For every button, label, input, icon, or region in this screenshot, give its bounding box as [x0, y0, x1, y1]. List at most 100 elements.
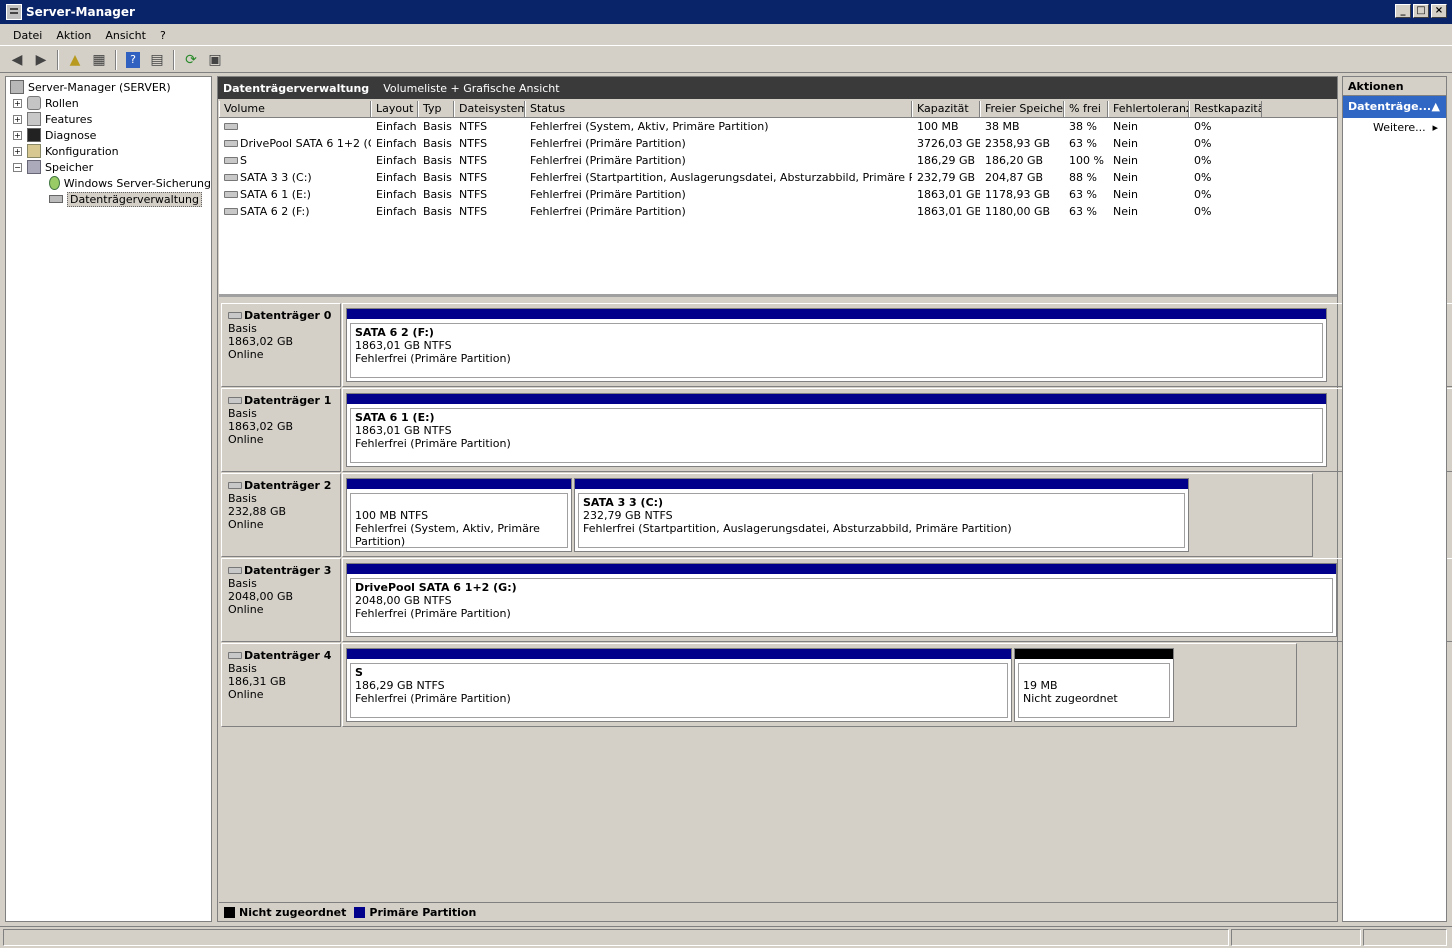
collapse-button[interactable]: − [13, 162, 22, 172]
server-icon [10, 80, 24, 94]
partition[interactable]: SATA 6 1 (E:) 1863,01 GB NTFS Fehlerfrei (… [346, 393, 1327, 467]
cell-filesystem: NTFS [454, 120, 525, 133]
close-button[interactable]: × [1431, 4, 1447, 18]
column-header-layout[interactable]: Layout [371, 101, 418, 117]
partition-body: 100 MB NTFS Fehlerfrei (System, Aktiv, Pr… [350, 493, 568, 548]
expand-button[interactable]: + [13, 114, 22, 124]
cell-text: 204,87 GB [985, 171, 1044, 184]
tree-node-datentraegerverwaltung[interactable]: Datenträgerverwaltung [6, 191, 211, 207]
cell-text: 1180,00 GB [985, 205, 1051, 218]
up-button[interactable]: ▲ [64, 49, 86, 71]
action-pane-button[interactable]: ▤ [146, 49, 168, 71]
partition[interactable]: SATA 6 2 (F:) 1863,01 GB NTFS Fehlerfrei (… [346, 308, 1327, 382]
cell-overhead: 0% [1189, 188, 1262, 201]
partition-status: Fehlerfrei (Primäre Partition) [355, 692, 511, 705]
column-header-free-space[interactable]: Freier Speicher [980, 101, 1064, 117]
disk-name: Datenträger 1 [244, 394, 332, 407]
properties-button[interactable]: ▣ [204, 49, 226, 71]
disk-name-row: Datenträger 1 [228, 394, 340, 407]
partition-size: 1863,01 GB NTFS [355, 339, 452, 352]
cell-text: 232,79 GB [917, 171, 976, 184]
cell-text: SATA 6 1 (E:) [240, 188, 311, 201]
tree-node-konfiguration[interactable]: + Konfiguration [6, 143, 211, 159]
disk-row: Datenträger 1 Basis 1863,02 GB Online SATA 6… [219, 388, 1452, 472]
volume-row[interactable]: SATA 6 1 (E:) Einfach Basis NTFS Fehlerfrei … [219, 186, 1337, 203]
volume-row[interactable]: S Einfach Basis NTFS Fehlerfrei (Primäre Par… [219, 152, 1337, 169]
cell-text: Basis [423, 171, 452, 184]
actions-header: Aktionen [1343, 77, 1446, 96]
disk-label[interactable]: Datenträger 4 Basis 186,31 GB Online [221, 643, 341, 727]
partition-status: Fehlerfrei (Primäre Partition) [355, 437, 511, 450]
partition[interactable]: 100 MB NTFS Fehlerfrei (System, Aktiv, Pr… [346, 478, 572, 552]
volume-row[interactable]: DrivePool SATA 6 1+2 (G:) Einfach Basis NTF… [219, 135, 1337, 152]
cell-text: NTFS [459, 171, 488, 184]
cell-filesystem: NTFS [454, 154, 525, 167]
maximize-button[interactable]: □ [1413, 4, 1429, 18]
menu-ansicht[interactable]: Ansicht [98, 29, 153, 42]
cell-free-space: 2358,93 GB [980, 137, 1064, 150]
status-bar [0, 926, 1452, 948]
column-header-capacity[interactable]: Kapazität [912, 101, 980, 117]
menu-datei[interactable]: Datei [6, 29, 49, 42]
tree-node-rollen[interactable]: + Rollen [6, 95, 211, 111]
column-header-filesystem[interactable]: Dateisystem [454, 101, 525, 117]
cell-text: Einfach [376, 205, 417, 218]
menu-help[interactable]: ? [153, 29, 173, 42]
disk-name: Datenträger 0 [244, 309, 332, 322]
cell-volume: SATA 6 2 (F:) [219, 205, 371, 218]
column-header-type[interactable]: Typ [418, 101, 454, 117]
actions-section-disk-management[interactable]: Datenträge... ▲ [1343, 96, 1446, 118]
volume-row[interactable]: SATA 6 2 (F:) Einfach Basis NTFS Fehlerfrei … [219, 203, 1337, 220]
column-header-overhead[interactable]: Restkapazität [1189, 101, 1262, 117]
column-header-percent-free[interactable]: % frei [1064, 101, 1108, 117]
partition[interactable]: DrivePool SATA 6 1+2 (G:) 2048,00 GB NTFS… [346, 563, 1337, 637]
column-header-fault-tolerance[interactable]: Fehlertoleranz [1108, 101, 1189, 117]
tree-node-speicher[interactable]: − Speicher [6, 159, 211, 175]
back-button[interactable]: ◀ [6, 49, 28, 71]
cell-capacity: 3726,03 GB [912, 137, 980, 150]
partition-body: 19 MB Nicht zugeordnet [1018, 663, 1170, 718]
volume-icon [224, 174, 238, 181]
refresh-button[interactable]: ⟳ [180, 49, 202, 71]
expand-button[interactable]: + [13, 146, 22, 156]
disk-label[interactable]: Datenträger 1 Basis 1863,02 GB Online [221, 388, 341, 472]
cell-overhead: 0% [1189, 171, 1262, 184]
disk-label[interactable]: Datenträger 2 Basis 232,88 GB Online [221, 473, 341, 557]
tree-node-diagnose[interactable]: + Diagnose [6, 127, 211, 143]
forward-button[interactable]: ▶ [30, 49, 52, 71]
disk-label[interactable]: Datenträger 3 Basis 2048,00 GB Online [221, 558, 341, 642]
column-header-volume[interactable]: Volume [219, 101, 371, 117]
action-more[interactable]: Weitere... ▸ [1343, 118, 1446, 138]
expand-button[interactable]: + [13, 130, 22, 140]
cell-filesystem: NTFS [454, 188, 525, 201]
cell-status: Fehlerfrei (Startpartition, Auslagerungs… [525, 171, 912, 184]
partition-size: 1863,01 GB NTFS [355, 424, 452, 437]
partition[interactable]: SATA 3 3 (C:) 232,79 GB NTFS Fehlerfrei (S… [574, 478, 1189, 552]
tree-node-server-manager[interactable]: Server-Manager (SERVER) [6, 79, 211, 95]
tree-label: Windows Server-Sicherung [63, 176, 211, 190]
minimize-button[interactable]: _ [1395, 4, 1411, 18]
volume-row[interactable]: SATA 3 3 (C:) Einfach Basis NTFS Fehlerfrei … [219, 169, 1337, 186]
show-tree-button[interactable]: ▦ [88, 49, 110, 71]
pane-title: Datenträgerverwaltung [223, 81, 370, 95]
disk-size: 1863,02 GB [228, 420, 294, 433]
navigation-tree: Server-Manager (SERVER) + Rollen + Featu… [5, 76, 212, 922]
status-pane-3 [1363, 929, 1447, 946]
cell-capacity: 232,79 GB [912, 171, 980, 184]
tree-node-windows-server-sicherung[interactable]: Windows Server-Sicherung [6, 175, 211, 191]
menu-aktion[interactable]: Aktion [49, 29, 98, 42]
help-button[interactable]: ? [122, 49, 144, 71]
disk-label[interactable]: Datenträger 0 Basis 1863,02 GB Online [221, 303, 341, 387]
disk-row: Datenträger 2 Basis 232,88 GB Online 100 MB … [219, 473, 1337, 557]
cell-fault-tolerance: Nein [1108, 137, 1189, 150]
volume-row[interactable]: Einfach Basis NTFS Fehlerfrei (System, Akti… [219, 118, 1337, 135]
cell-text: Nein [1113, 137, 1139, 150]
column-header-status[interactable]: Status [525, 101, 912, 117]
roles-icon [27, 96, 41, 110]
unallocated-space[interactable]: 19 MB Nicht zugeordnet [1014, 648, 1174, 722]
cell-text: Basis [423, 120, 452, 133]
partition-size: 100 MB NTFS [355, 509, 429, 522]
tree-node-features[interactable]: + Features [6, 111, 211, 127]
expand-button[interactable]: + [13, 98, 22, 108]
partition[interactable]: S 186,29 GB NTFS Fehlerfrei (Primäre Parti… [346, 648, 1012, 722]
